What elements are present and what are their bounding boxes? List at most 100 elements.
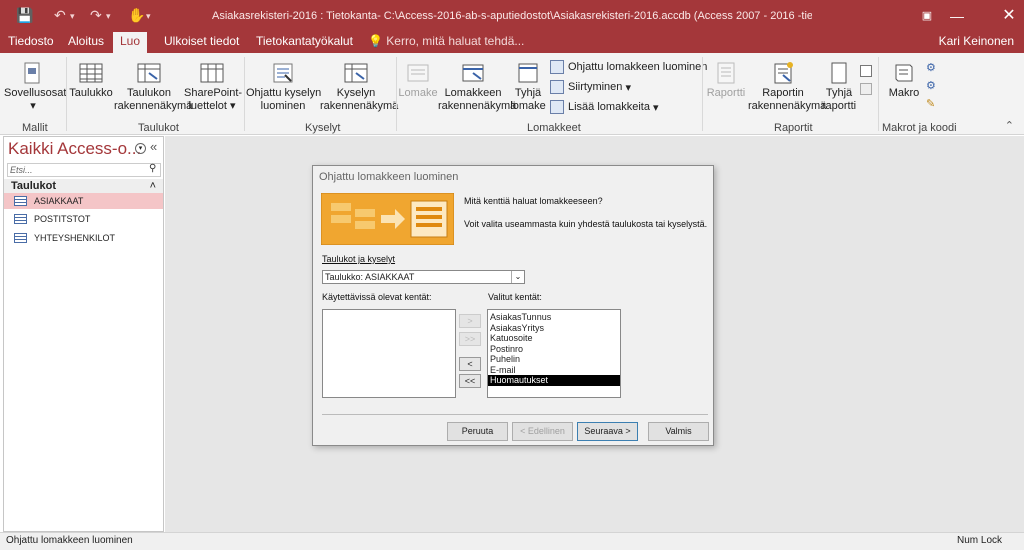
tab-home[interactable]: Aloitus [68, 32, 104, 53]
labels-icon[interactable] [860, 83, 872, 95]
ribbon-tabs: Tiedosto Aloitus Luo Ulkoiset tiedot Tie… [0, 32, 1024, 53]
list-item[interactable]: E-mail [488, 365, 620, 376]
query-wizard-button[interactable]: Ohjattu kyselyn luominen [246, 57, 322, 113]
tell-me-search[interactable]: 💡 Kerro, mitä haluat tehdä... [368, 32, 524, 51]
selected-fields-list[interactable]: AsiakasTunnus AsiakasYritys Katuosoite P… [487, 309, 621, 398]
save-icon[interactable]: 💾 [16, 7, 33, 24]
navigation-button[interactable]: Siirtyminen ▾ [550, 77, 631, 97]
ribbon: Sovellusosat ▾ Mallit Taulukko Taulukon ra… [0, 53, 1024, 135]
list-item[interactable]: AsiakasYritys [488, 323, 620, 334]
table-icon [79, 63, 103, 83]
available-fields-list[interactable] [322, 309, 456, 398]
status-bar: Ohjattu lomakkeen luominen Num Lock [0, 532, 1024, 550]
customize-qat-icon[interactable]: ▾ [146, 11, 151, 22]
move-all-button[interactable]: >> [459, 332, 481, 346]
list-item[interactable]: Huomautukset [488, 375, 620, 386]
query-design-label-2: rakennenäkymä [320, 100, 399, 112]
nav-pane-title[interactable]: Kaikki Access-o... [8, 139, 141, 159]
class-module-icon[interactable]: ⚙ [926, 79, 938, 92]
tab-database-tools[interactable]: Tietokantatyökalut [256, 32, 353, 53]
dialog-hint: Voit valita useammasta kuin yhdestä taul… [464, 219, 708, 229]
list-item[interactable]: Puhelin [488, 354, 620, 365]
user-name[interactable]: Kari Keinonen [939, 32, 1014, 51]
dialog-title: Ohjattu lomakkeen luominen [319, 171, 459, 183]
tables-queries-select[interactable]: Taulukko: ASIAKKAAT ⌄ [322, 270, 525, 284]
undo-dropdown-icon[interactable]: ▾ [70, 11, 75, 22]
undo-icon[interactable]: ↶ [54, 7, 66, 24]
form-wizard-button[interactable]: Ohjattu lomakkeen luominen [550, 57, 707, 77]
cancel-button[interactable]: Peruuta [447, 422, 508, 441]
dialog-question: Mitä kenttiä haluat lomakkeeseen? [464, 196, 603, 206]
more-forms-label: Lisää lomakkeita [568, 101, 650, 113]
group-separator [396, 57, 397, 131]
tab-external-data[interactable]: Ulkoiset tiedot [164, 32, 239, 53]
maximize-icon[interactable] [951, 4, 981, 28]
chevron-down-icon[interactable]: ⌄ [511, 271, 524, 283]
nav-menu-icon[interactable]: ▾ [135, 143, 146, 154]
dropdown-arrow-icon: ▾ [30, 100, 36, 112]
form-wizard-icon [550, 60, 564, 74]
close-icon[interactable]: ✕ [994, 4, 1024, 28]
back-button[interactable]: < Edellinen [512, 422, 573, 441]
nav-item-postitstot[interactable]: POSTITSTOT [4, 211, 163, 227]
title-bar: 💾 ↶ ▾ ↷ ▾ ✋ ▾ Asiakasrekisteri-2016 : Ti… [0, 0, 1024, 32]
shutter-bar-icon[interactable]: « [150, 139, 157, 154]
list-item[interactable]: Postinro [488, 344, 620, 355]
status-text: Ohjattu lomakkeen luominen [6, 535, 133, 546]
navigation-icon [550, 80, 564, 94]
query-design-button[interactable]: Kyselyn rakennenäkymä [320, 57, 398, 113]
redo-dropdown-icon[interactable]: ▾ [106, 11, 111, 22]
blank-report-icon [831, 62, 847, 84]
nav-group-tables[interactable]: Taulukot ˄ [4, 179, 163, 193]
collapse-ribbon-icon[interactable]: ⌃ [1005, 119, 1014, 132]
form-design-label-2: rakennenäkymä [438, 100, 517, 112]
query-wizard-icon [273, 63, 293, 83]
visual-basic-icon[interactable]: ✎ [926, 97, 938, 110]
table-design-button[interactable]: Taulukon rakennenäkymä [114, 57, 192, 113]
list-item[interactable]: Katuosoite [488, 333, 620, 344]
group-separator [878, 57, 879, 131]
list-item[interactable]: AsiakasTunnus [488, 312, 620, 323]
redo-icon[interactable]: ↷ [90, 7, 102, 24]
tab-file[interactable]: Tiedosto [8, 32, 54, 53]
dialog-separator [322, 414, 708, 415]
macro-button[interactable]: Makro [884, 57, 924, 100]
blank-report-button[interactable]: Tyhjä raportti [820, 57, 858, 113]
nav-item-asiakkaat[interactable]: ASIAKKAAT [4, 193, 163, 209]
tables-queries-value: Taulukko: ASIAKKAAT [325, 272, 415, 282]
form-design-button[interactable]: Lomakkeen rakennenäkymä [438, 57, 516, 113]
form-button[interactable]: Lomake [398, 57, 438, 100]
app-parts-button[interactable]: Sovellusosat ▾ [4, 57, 66, 113]
group-reports-label: Raportit [774, 122, 813, 134]
report-icon [717, 62, 735, 84]
group-templates-label: Mallit [22, 122, 48, 134]
report-wizard-icon[interactable] [860, 65, 872, 77]
tell-me-text: Kerro, mitä haluat tehdä... [386, 34, 525, 48]
ribbon-options-icon[interactable]: ▣ [912, 4, 942, 28]
dropdown-arrow-icon: ▾ [625, 81, 631, 94]
more-forms-button[interactable]: Lisää lomakkeita ▾ [550, 97, 659, 117]
group-separator [66, 57, 67, 131]
query-wizard-label-1: Ohjattu kyselyn [246, 87, 322, 99]
search-icon[interactable]: ⚲ [149, 163, 156, 174]
sharepoint-icon [200, 63, 224, 83]
form-design-icon [462, 64, 484, 82]
nav-item-yhteyshenkilot[interactable]: YHTEYSHENKILOT [4, 230, 163, 246]
report-button[interactable]: Raportti [704, 57, 748, 100]
nav-search-input[interactable]: Etsi... [7, 163, 161, 177]
blank-form-button[interactable]: Tyhjä lomake [508, 57, 548, 113]
remove-one-button[interactable]: < [459, 357, 481, 371]
touch-mode-icon[interactable]: ✋ [128, 7, 145, 24]
form-design-label-1: Lomakkeen [444, 87, 502, 99]
tab-create[interactable]: Luo [113, 32, 148, 53]
finish-button[interactable]: Valmis [648, 422, 709, 441]
module-icon[interactable]: ⚙ [926, 61, 938, 74]
remove-all-button[interactable]: << [459, 374, 481, 388]
sharepoint-lists-button[interactable]: SharePoint-luettelot ▾ [184, 57, 242, 113]
table-button[interactable]: Taulukko [68, 57, 114, 100]
selected-fields-label: Valitut kentät: [488, 292, 542, 302]
table-label: Taulukko [69, 87, 113, 99]
report-design-button[interactable]: Raportin rakennenäkymä [748, 57, 826, 113]
move-one-button[interactable]: > [459, 314, 481, 328]
next-button[interactable]: Seuraava > [577, 422, 638, 441]
